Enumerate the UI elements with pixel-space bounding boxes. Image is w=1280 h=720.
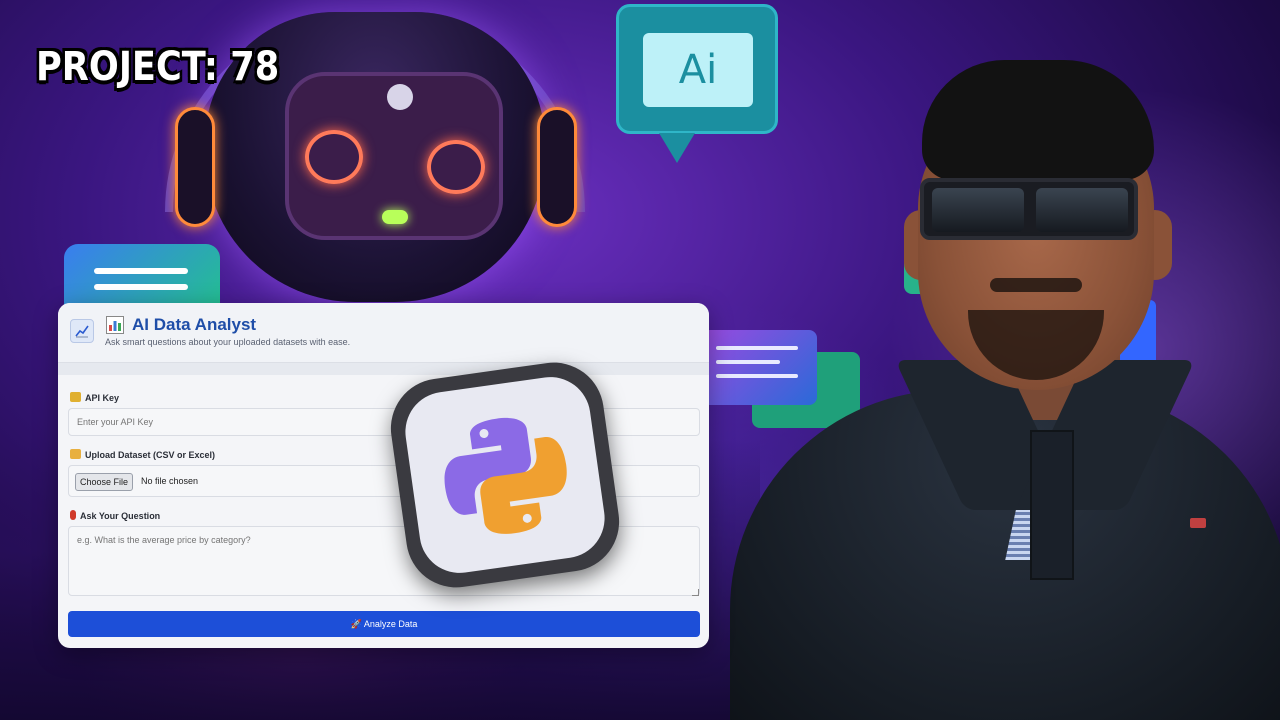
presenter-mustache — [990, 278, 1082, 292]
presenter-photo — [700, 60, 1280, 720]
bubble-line — [94, 284, 188, 290]
bar-chart-icon — [106, 316, 124, 334]
folder-icon — [70, 449, 81, 459]
project-title: PROJECT: 78 — [36, 44, 280, 90]
presenter-hair — [922, 60, 1154, 180]
file-status: No file chosen — [141, 476, 199, 486]
presenter-placket — [1030, 430, 1074, 580]
python-logo — [444, 417, 567, 534]
question-mark-icon — [70, 510, 76, 520]
question-label: Ask Your Question — [70, 510, 160, 521]
sunglasses-lens-left — [932, 188, 1024, 232]
choose-file-button[interactable]: Choose File — [75, 473, 133, 491]
key-icon — [70, 392, 81, 402]
bubble-line — [94, 268, 188, 274]
app-header: AI Data Analyst Ask smart questions abou… — [58, 303, 709, 363]
robot-eye-right — [427, 140, 485, 194]
python-logo-badge — [384, 356, 626, 594]
line-chart-icon — [70, 319, 94, 343]
robot-eye-left — [305, 130, 363, 184]
app-subtitle: Ask smart questions about your uploaded … — [105, 337, 351, 347]
upload-label-text: Upload Dataset (CSV or Excel) — [85, 450, 216, 460]
question-label-text: Ask Your Question — [80, 511, 161, 521]
upload-label: Upload Dataset (CSV or Excel) — [70, 449, 215, 460]
analyze-data-button[interactable]: 🚀 Analyze Data — [68, 611, 700, 637]
header-divider — [58, 363, 709, 375]
app-title: AI Data Analyst — [132, 315, 257, 334]
robot-mouth — [382, 210, 408, 224]
api-key-label-text: API Key — [85, 393, 120, 403]
ai-bubble-tail — [659, 133, 695, 163]
robot-sensor — [387, 84, 413, 110]
robot-earcup-right — [537, 107, 577, 227]
robot-earcup-left — [175, 107, 215, 227]
api-key-label: API Key — [70, 392, 119, 403]
python-logo-tile — [400, 371, 610, 579]
sunglasses — [920, 178, 1138, 240]
sunglasses-lens-right — [1036, 188, 1128, 232]
flag-pin — [1190, 518, 1206, 528]
textarea-resize-handle[interactable] — [692, 589, 699, 596]
